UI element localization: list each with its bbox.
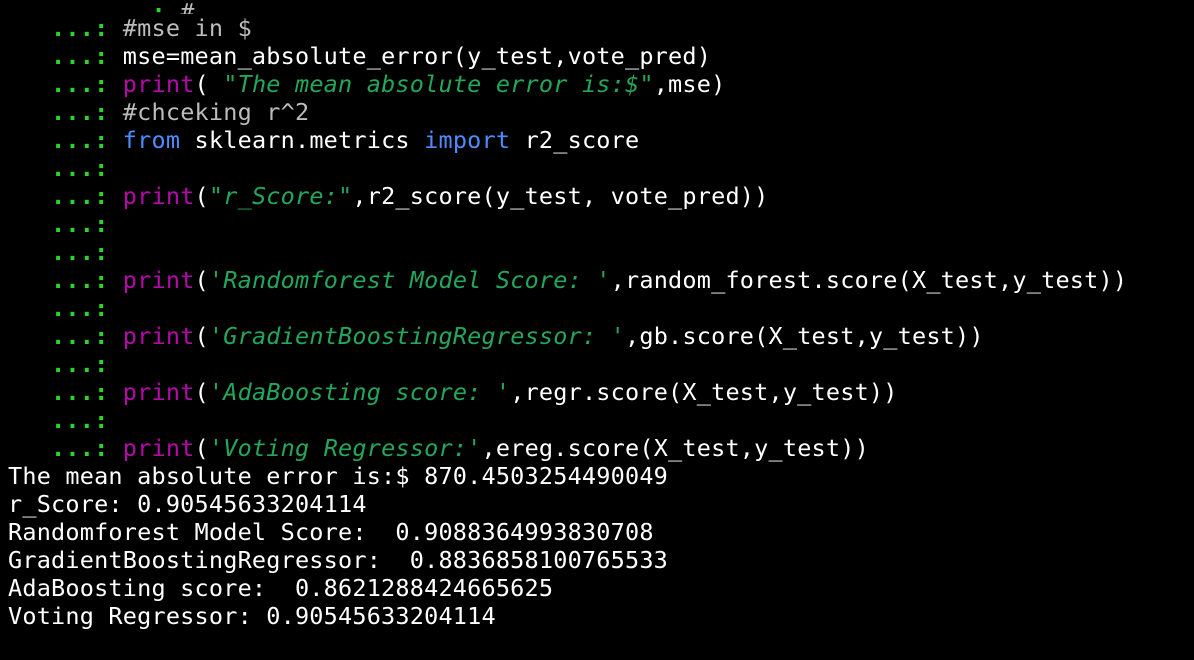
code-token: # xyxy=(180,0,195,14)
code-token: print xyxy=(122,70,195,98)
code-line: ...: print('GradientBoostingRegressor: '… xyxy=(8,322,1194,350)
continuation-prompt: ...: xyxy=(65,0,181,14)
code-token: r2_score xyxy=(510,126,640,154)
code-line: ...: xyxy=(8,406,1194,434)
code-line: ...: #chceking r^2 xyxy=(8,98,1194,126)
output-text: r_Score: 0.90545633204114 xyxy=(8,490,367,518)
code-line: ...: #mse in $ xyxy=(8,14,1194,42)
code-token: 'GradientBoostingRegressor: ' xyxy=(208,322,626,350)
continuation-prompt: ...: xyxy=(8,434,123,462)
continuation-prompt: ...: xyxy=(8,70,123,98)
code-token: import xyxy=(424,126,511,154)
partial-code-line: ...: # xyxy=(8,0,1194,14)
continuation-prompt: ...: xyxy=(8,266,123,294)
output-line: Randomforest Model Score: 0.908836499383… xyxy=(8,518,1194,546)
code-line: ...: print("r_Score:",r2_score(y_test, v… xyxy=(8,182,1194,210)
code-line: ...: xyxy=(8,210,1194,238)
continuation-prompt: ...: xyxy=(8,210,123,238)
output-text: Randomforest Model Score: 0.908836499383… xyxy=(8,518,654,546)
code-line: ...: from sklearn.metrics import r2_scor… xyxy=(8,126,1194,154)
terminal-window[interactable]: ...: # ...: #mse in $ ...: mse=mean_abso… xyxy=(0,0,1194,660)
code-token: print xyxy=(122,182,195,210)
code-token: "The mean absolute error is:$" xyxy=(223,70,654,98)
code-token: sklearn.metrics xyxy=(180,126,425,154)
output-line: r_Score: 0.90545633204114 xyxy=(8,490,1194,518)
code-token: print xyxy=(122,266,195,294)
output-text: The mean absolute error is:$ 870.4503254… xyxy=(8,462,669,490)
code-token: print xyxy=(122,378,195,406)
code-token: #chceking r^2 xyxy=(122,98,310,126)
continuation-prompt: ...: xyxy=(8,14,123,42)
code-line: ...: print( "The mean absolute error is:… xyxy=(8,70,1194,98)
code-token: "r_Score:" xyxy=(208,182,353,210)
code-token: ( xyxy=(194,322,209,350)
continuation-prompt: ...: xyxy=(8,98,123,126)
output-line: AdaBoosting score: 0.8621288424665625 xyxy=(8,574,1194,602)
continuation-prompt: ...: xyxy=(8,126,123,154)
continuation-prompt: ...: xyxy=(8,238,123,266)
code-token: ,r2_score(y_test, vote_pred)) xyxy=(352,182,769,210)
continuation-prompt: ...: xyxy=(8,322,123,350)
code-token: ,ereg.score(X_test,y_test)) xyxy=(481,434,869,462)
code-token: ,regr.score(X_test,y_test)) xyxy=(510,378,898,406)
output-text: AdaBoosting score: 0.8621288424665625 xyxy=(8,574,554,602)
code-token: from xyxy=(122,126,181,154)
code-block: ...: #mse in $ ...: mse=mean_absolute_er… xyxy=(8,14,1194,462)
code-line: ...: xyxy=(8,294,1194,322)
output-text: GradientBoostingRegressor: 0.88368581007… xyxy=(8,546,669,574)
code-token: ,random_forest.score(X_test,y_test)) xyxy=(610,266,1128,294)
output-line: Voting Regressor: 0.90545633204114 xyxy=(8,602,1194,630)
code-token: ( xyxy=(194,182,209,210)
continuation-prompt: ...: xyxy=(8,294,123,322)
code-token: mse=mean_absolute_error(y_test,vote_pred… xyxy=(122,42,712,70)
code-token: print xyxy=(122,434,195,462)
continuation-prompt: ...: xyxy=(8,406,123,434)
code-token: 'Randomforest Model Score: ' xyxy=(208,266,611,294)
output-line: GradientBoostingRegressor: 0.88368581007… xyxy=(8,546,1194,574)
continuation-prompt: ...: xyxy=(8,350,123,378)
continuation-prompt: ...: xyxy=(8,182,123,210)
output-block: The mean absolute error is:$ 870.4503254… xyxy=(8,462,1194,630)
code-line: ...: print('AdaBoosting score: ',regr.sc… xyxy=(8,378,1194,406)
code-line: ...: xyxy=(8,350,1194,378)
output-text: Voting Regressor: 0.90545633204114 xyxy=(8,602,496,630)
code-token: ( xyxy=(194,70,224,98)
code-token: ,mse) xyxy=(653,70,726,98)
code-token: #mse in $ xyxy=(122,14,252,42)
code-token: 'AdaBoosting score: ' xyxy=(208,378,511,406)
code-line: ...: xyxy=(8,238,1194,266)
continuation-prompt: ...: xyxy=(8,154,123,182)
continuation-prompt: ...: xyxy=(8,42,123,70)
code-line: ...: xyxy=(8,154,1194,182)
continuation-prompt: ...: xyxy=(8,378,123,406)
code-line: ...: print('Voting Regressor:',ereg.scor… xyxy=(8,434,1194,462)
code-token: ( xyxy=(194,266,209,294)
code-token: 'Voting Regressor:' xyxy=(208,434,482,462)
code-token: print xyxy=(122,322,195,350)
output-line: The mean absolute error is:$ 870.4503254… xyxy=(8,462,1194,490)
code-token: ,gb.score(X_test,y_test)) xyxy=(625,322,984,350)
code-line: ...: mse=mean_absolute_error(y_test,vote… xyxy=(8,42,1194,70)
code-line: ...: print('Randomforest Model Score: ',… xyxy=(8,266,1194,294)
code-token: ( xyxy=(194,378,209,406)
code-token: ( xyxy=(194,434,209,462)
